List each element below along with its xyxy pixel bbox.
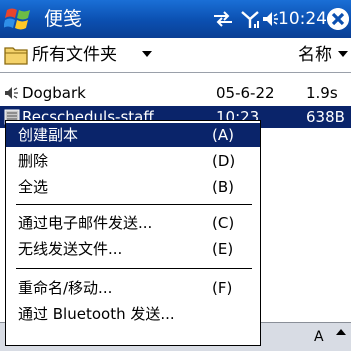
menu-item-delete[interactable]: 删除 (D) <box>6 149 260 173</box>
menu-item-rename-move[interactable]: 重命名/移动... (F) <box>6 276 260 300</box>
menu-item-shortcut: (F) <box>212 279 233 297</box>
audio-file-icon <box>5 87 18 99</box>
menu-item-send-email[interactable]: 通过电子邮件发送... (C) <box>6 211 260 235</box>
folder-dropdown[interactable]: 所有文件夹 <box>32 44 117 66</box>
file-size: 638B <box>306 108 345 126</box>
signal-icon[interactable] <box>240 9 260 29</box>
menu-separator <box>16 204 252 205</box>
app-title: 便笺 <box>44 8 83 30</box>
clock[interactable]: 10:24 <box>278 7 327 31</box>
menu-item-send-bluetooth[interactable]: 通过 Bluetooth 发送... <box>6 302 260 326</box>
folder-icon[interactable] <box>4 45 28 65</box>
menu-item-shortcut: (E) <box>212 240 234 258</box>
menu-item-label: 全选 <box>18 178 49 196</box>
menu-item-label: 删除 <box>18 152 49 170</box>
input-panel-button[interactable]: A <box>314 328 328 346</box>
file-size: 1.9s <box>306 84 338 102</box>
chevron-down-icon[interactable] <box>142 51 152 57</box>
menu-item-shortcut: (A) <box>212 126 234 144</box>
menu-item-select-all[interactable]: 全选 (B) <box>6 175 260 199</box>
menu-item-label: 通过电子邮件发送... <box>18 214 153 232</box>
list-item[interactable]: Dogbark 05-6-22 1.9s <box>0 82 351 104</box>
close-icon[interactable] <box>327 8 349 30</box>
menu-item-label: 无线发送文件... <box>18 240 123 258</box>
menu-separator <box>16 268 252 269</box>
sort-dropdown[interactable]: 名称 <box>298 44 332 66</box>
folder-bar: 所有文件夹 名称 <box>0 39 351 73</box>
chevron-up-icon[interactable] <box>336 329 346 335</box>
menu-item-label: 通过 Bluetooth 发送... <box>18 305 175 323</box>
volume-icon[interactable] <box>262 10 278 28</box>
menu-item-shortcut: (B) <box>212 178 234 196</box>
sync-icon[interactable] <box>212 10 234 28</box>
menu-item-beam-file[interactable]: 无线发送文件... (E) <box>6 237 260 261</box>
file-name: Dogbark <box>22 84 86 102</box>
context-menu: 创建副本 (A) 删除 (D) 全选 (B) 通过电子邮件发送... (C) 无… <box>5 120 261 346</box>
menu-item-shortcut: (D) <box>212 152 236 170</box>
windows-start-flag-icon[interactable] <box>4 4 34 34</box>
menu-item-label: 重命名/移动... <box>18 279 113 297</box>
chevron-down-icon[interactable] <box>338 51 348 57</box>
menu-item-shortcut: (C) <box>212 214 235 232</box>
title-bar: 便笺 10:24 <box>0 0 351 38</box>
menu-item-label: 创建副本 <box>18 126 79 144</box>
menu-item-create-copy[interactable]: 创建副本 (A) <box>6 123 260 147</box>
file-date: 05-6-22 <box>216 84 275 102</box>
